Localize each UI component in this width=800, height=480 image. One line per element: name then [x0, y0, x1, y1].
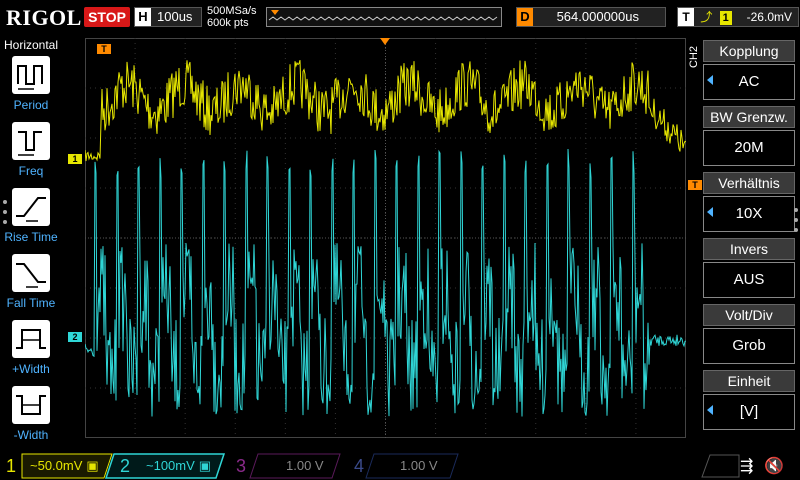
- ch4-scale[interactable]: 1.00 V: [400, 452, 438, 480]
- probe-ratio-title: Verhältnis: [703, 172, 795, 194]
- ch2-offset-marker[interactable]: 2: [68, 332, 82, 342]
- coupling-value: AC: [703, 64, 795, 100]
- channel-settings-menu: Kopplung AC BW Grenzw. 20M Verhältnis 10…: [703, 38, 800, 430]
- volt-div-title: Volt/Div: [703, 304, 795, 326]
- unit-setting[interactable]: Einheit [V]: [703, 370, 795, 432]
- ch2-coupling-symbol: ~: [146, 458, 154, 473]
- positive-width-button[interactable]: [12, 320, 50, 358]
- invert-title: Invers: [703, 238, 795, 260]
- unit-value: [V]: [703, 394, 795, 430]
- waveform-overview-icon: [268, 10, 498, 21]
- negative-width-icon: [16, 395, 46, 415]
- ch3-number[interactable]: 3: [236, 452, 246, 480]
- probe-ratio-value: 10X: [703, 196, 795, 232]
- trigger-position-marker[interactable]: T: [97, 44, 111, 54]
- invert-value: AUS: [703, 262, 795, 298]
- side-menu-title: Horizontal: [3, 38, 59, 52]
- ch1-waveform: [85, 60, 686, 162]
- sample-rate: 500MSa/s: [207, 5, 257, 17]
- trigger-level: -26.0mV: [746, 10, 792, 24]
- waveform-display[interactable]: [85, 38, 686, 438]
- speaker-muted-icon[interactable]: 🔇: [764, 456, 784, 476]
- frequency-button[interactable]: [12, 122, 50, 160]
- ch2-status[interactable]: ~100mV ▣: [146, 452, 211, 480]
- timebase-key: H: [135, 8, 151, 26]
- measurement-side-menu: Horizontal Period Freq Rise Time Fall Ti…: [0, 36, 62, 450]
- ch2-scale: 100mV: [153, 458, 195, 473]
- center-marker-icon: [380, 38, 390, 45]
- trigger-level-marker[interactable]: T: [688, 180, 702, 190]
- negative-width-button[interactable]: [12, 386, 50, 424]
- trigger-key: T: [678, 8, 694, 26]
- bandwidth-limit-value: 20M: [703, 130, 795, 166]
- frequency-label: Freq: [18, 164, 44, 178]
- positive-width-label: +Width: [12, 362, 50, 376]
- run-stop-status[interactable]: STOP: [84, 7, 130, 27]
- memory-position-strip[interactable]: [266, 7, 502, 27]
- coupling-title: Kopplung: [703, 40, 795, 62]
- positive-width-icon: [16, 329, 46, 349]
- frequency-icon: [18, 131, 42, 156]
- channel-status-bar: 1 ~50.0mV ▣ 2 ~100mV ▣ 3 1.00 V 4 1.00 V: [0, 452, 800, 480]
- ch1-coupling-symbol: ~: [30, 458, 38, 473]
- delay-display[interactable]: D 564.000000us: [516, 7, 666, 27]
- unit-title: Einheit: [703, 370, 795, 392]
- unit-arrow-icon: [707, 405, 713, 415]
- bandwidth-limit-setting[interactable]: BW Grenzw. 20M: [703, 106, 795, 168]
- coupling-arrow-icon: [707, 75, 713, 85]
- rise-time-icon: [16, 197, 46, 222]
- fall-time-icon: [16, 263, 46, 288]
- volt-div-setting[interactable]: Volt/Div Grob: [703, 304, 795, 366]
- timebase-display[interactable]: H 100us: [134, 7, 202, 27]
- usb-icon: ⇶: [740, 458, 754, 475]
- fall-time-label: Fall Time: [6, 296, 56, 310]
- rigol-logo: RIGOL: [6, 5, 82, 30]
- top-status-bar: RIGOL STOP H 100us 500MSa/s 600k pts D 564…: [0, 0, 800, 36]
- ch1-scale: 50.0mV: [37, 458, 83, 473]
- ch2-bw-icon: ▣: [198, 458, 212, 473]
- coupling-setting[interactable]: Kopplung AC: [703, 40, 795, 102]
- delay-value: 564.000000us: [556, 9, 639, 24]
- invert-setting[interactable]: Invers AUS: [703, 238, 795, 300]
- menu-page-dots-right-icon: [794, 208, 798, 232]
- ch2-number[interactable]: 2: [120, 452, 130, 480]
- probe-ratio-arrow-icon: [707, 207, 713, 217]
- volt-div-value: Grob: [703, 328, 795, 364]
- ch4-number[interactable]: 4: [354, 452, 364, 480]
- delay-key: D: [517, 8, 533, 26]
- rise-time-button[interactable]: [12, 188, 50, 226]
- trigger-display[interactable]: T ⤴ 1 -26.0mV: [677, 7, 799, 27]
- menu-channel-tag: CH2: [688, 45, 700, 68]
- ch1-number[interactable]: 1: [6, 452, 16, 480]
- trigger-edge-icon: ⤴: [700, 10, 713, 24]
- ch1-status[interactable]: ~50.0mV ▣: [30, 452, 99, 480]
- ch1-offset-marker[interactable]: 1: [68, 154, 82, 164]
- period-button[interactable]: [12, 56, 50, 94]
- probe-ratio-setting[interactable]: Verhältnis 10X: [703, 172, 795, 234]
- ch1-bw-icon: ▣: [86, 458, 99, 473]
- acquisition-info: 500MSa/s 600k pts: [207, 5, 257, 29]
- timebase-value: 100us: [157, 9, 193, 24]
- memory-depth: 600k pts: [207, 17, 249, 29]
- negative-width-label: -Width: [13, 428, 49, 442]
- fall-time-button[interactable]: [12, 254, 50, 292]
- period-icon: [17, 65, 43, 90]
- status-tab-shape: [701, 454, 740, 478]
- period-label: Period: [13, 98, 49, 112]
- trigger-channel: 1: [719, 10, 732, 25]
- rise-time-label: Rise Time: [4, 230, 58, 244]
- menu-page-dots-icon: [3, 200, 7, 224]
- ch3-scale[interactable]: 1.00 V: [286, 452, 324, 480]
- bandwidth-limit-title: BW Grenzw.: [703, 106, 795, 128]
- ch2-waveform: [85, 148, 686, 417]
